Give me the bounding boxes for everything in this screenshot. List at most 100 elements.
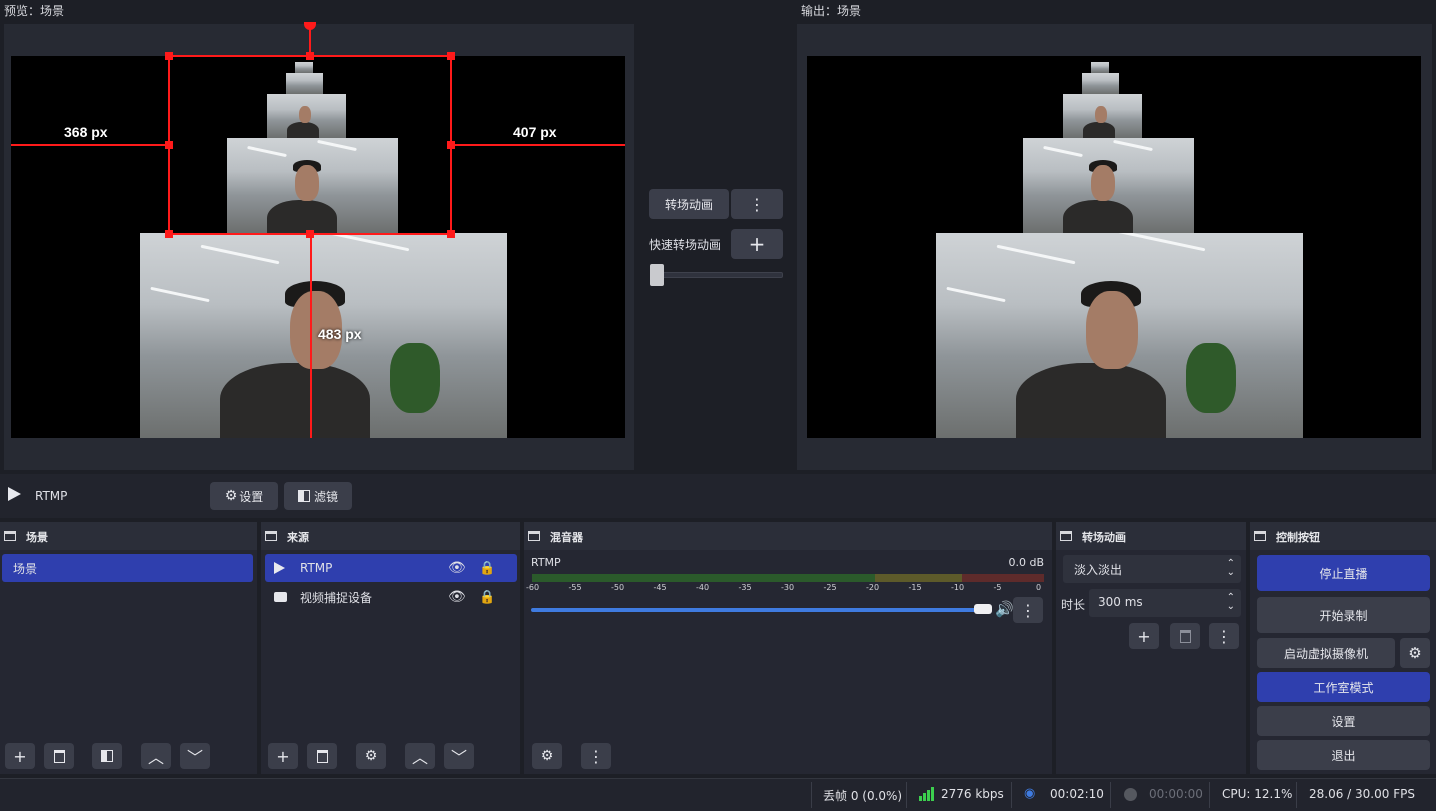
source-properties-button[interactable]: ⚙ (356, 743, 386, 769)
lock-icon[interactable]: 🔒 (479, 590, 495, 605)
trash-icon (53, 749, 65, 763)
exit-button[interactable]: 退出 (1257, 740, 1430, 770)
preview-cam-tiny (286, 73, 323, 94)
fps: 28.06 / 30.00 FPS (1309, 787, 1415, 801)
resize-handle-bl[interactable] (165, 230, 173, 238)
trash-icon (1179, 629, 1191, 643)
add-transition-button[interactable]: + (1129, 623, 1159, 649)
move-source-down-button[interactable]: ﹀ (444, 743, 474, 769)
move-source-up-button[interactable]: ︿ (405, 743, 435, 769)
tbar-handle[interactable] (650, 264, 664, 286)
gear-icon: ⚙ (1408, 644, 1422, 662)
resize-handle-tm[interactable] (306, 52, 314, 60)
move-scene-down-button[interactable]: ﹀ (180, 743, 210, 769)
transition-more-button[interactable]: ⋮ (731, 189, 783, 219)
resize-handle-tr[interactable] (447, 52, 455, 60)
output-video (807, 56, 1421, 438)
eye-icon[interactable]: 👁 (448, 560, 466, 576)
distance-bottom-label: 483 px (318, 326, 362, 342)
output-title: 输出：场景 (801, 4, 862, 18)
tbar-track[interactable] (651, 272, 783, 278)
stream-time: 00:02:10 (1050, 787, 1104, 801)
context-source-name: RTMP (35, 489, 68, 503)
add-quick-transition-button[interactable]: + (731, 229, 783, 259)
resize-handle-mr[interactable] (447, 141, 455, 149)
record-time: 00:00:00 (1149, 787, 1203, 801)
move-scene-up-button[interactable]: ︿ (141, 743, 171, 769)
trash-icon (316, 749, 328, 763)
transition-button[interactable]: 转场动画 (649, 189, 729, 219)
mixer-menu-button[interactable]: ⋮ (581, 743, 611, 769)
transitions-dock: 转场动画 淡入淡出 ⌃ ⌄ 时长 300 ms ⌃ ⌄ + ⋮ (1056, 522, 1246, 774)
record-icon (1124, 788, 1137, 801)
meter-tick-label: -45 (653, 583, 667, 592)
source-item-camera[interactable]: 视频捕捉设备 👁 🔒 (265, 583, 517, 611)
preview-title: 预览：场景 (4, 4, 65, 18)
filter-icon (297, 490, 310, 502)
resize-handle-tl[interactable] (165, 52, 173, 60)
transition-properties-button[interactable]: ⋮ (1209, 623, 1239, 649)
volume-slider-handle[interactable] (974, 604, 992, 614)
dropped-frames: 丢帧 0 (0.0%) (823, 789, 903, 803)
resize-handle-br[interactable] (447, 230, 455, 238)
meter-tick-label: -5 (993, 583, 1002, 592)
gears-icon: ⚙ (540, 748, 554, 764)
status-bar (0, 778, 1436, 811)
virtual-camera-button[interactable]: 启动虚拟摄像机 (1257, 638, 1395, 668)
preview-video[interactable] (11, 56, 625, 438)
streaming-icon: ◉ (1024, 786, 1036, 801)
studio-mode-button[interactable]: 工作室模式 (1257, 672, 1430, 702)
eye-icon[interactable]: 👁 (448, 589, 466, 605)
plus-icon: + (748, 232, 766, 256)
scene-item-label: 场景 (13, 561, 38, 576)
dock-icon (265, 531, 277, 541)
meter-tick-label: -40 (696, 583, 710, 592)
settings-button[interactable]: 设置 (1257, 706, 1430, 736)
cpu-usage: CPU: 12.1% (1222, 787, 1293, 801)
guide-right (452, 144, 625, 146)
dock-icon (1060, 531, 1072, 541)
lock-icon[interactable]: 🔒 (479, 561, 495, 576)
add-source-button[interactable]: + (268, 743, 298, 769)
meter-tick-label: -50 (611, 583, 625, 592)
duration-spinbox[interactable]: 300 ms ⌃ ⌄ (1089, 589, 1241, 617)
transition-select[interactable]: 淡入淡出 ⌃ ⌄ (1063, 555, 1241, 583)
resize-handle-ml[interactable] (165, 141, 173, 149)
mixer-advanced-button[interactable]: ⚙ (532, 743, 562, 769)
meter-tick-label: -35 (738, 583, 752, 592)
mixer-track-name: RTMP (531, 556, 561, 569)
remove-source-button[interactable] (307, 743, 337, 769)
resize-handle-bm[interactable] (306, 230, 314, 238)
speaker-icon[interactable]: 🔊 (995, 600, 1014, 618)
source-filters-button[interactable]: 滤镜 (284, 482, 352, 510)
sources-dock: 来源 RTMP 👁 🔒 视频捕捉设备 👁 🔒 + ⚙ ︿ ﹀ (261, 522, 520, 774)
audio-meter (532, 574, 1044, 582)
scene-item[interactable]: 场景 (2, 554, 253, 582)
volume-slider[interactable] (531, 608, 983, 612)
add-scene-button[interactable]: + (5, 743, 35, 769)
scenes-title: 场景 (26, 531, 48, 544)
duration-value: 300 ms (1098, 595, 1143, 609)
spinner-icon: ⌃ ⌄ (1226, 592, 1235, 612)
remove-scene-button[interactable] (44, 743, 74, 769)
virtual-camera-settings-button[interactable]: ⚙ (1400, 638, 1430, 668)
mixer-title: 混音器 (550, 531, 583, 544)
stop-stream-button[interactable]: 停止直播 (1257, 555, 1430, 591)
meter-tick-label: -25 (823, 583, 837, 592)
mixer-dock: 混音器 RTMP 0.0 dB -60 -55 -50 -45 -40 -35 -30 -25… (524, 522, 1052, 774)
mixer-more-button[interactable]: ⋮ (1013, 597, 1043, 623)
remove-transition-button[interactable] (1170, 623, 1200, 649)
sources-title: 来源 (287, 531, 309, 544)
preview-cam-tiniest (295, 62, 313, 73)
gear-icon: ⚙ (224, 488, 238, 504)
filter-icon (101, 750, 113, 762)
distance-left-label: 368 px (64, 124, 108, 140)
start-record-button[interactable]: 开始录制 (1257, 597, 1430, 633)
meter-tick-label: -55 (568, 583, 582, 592)
source-settings-button[interactable]: ⚙ 设置 (210, 482, 278, 510)
source-filters-label: 滤镜 (313, 489, 338, 504)
play-icon[interactable] (8, 487, 21, 501)
signal-bars-icon (919, 787, 935, 801)
source-item-rtmp[interactable]: RTMP 👁 🔒 (265, 554, 517, 582)
scene-filters-button[interactable] (92, 743, 122, 769)
